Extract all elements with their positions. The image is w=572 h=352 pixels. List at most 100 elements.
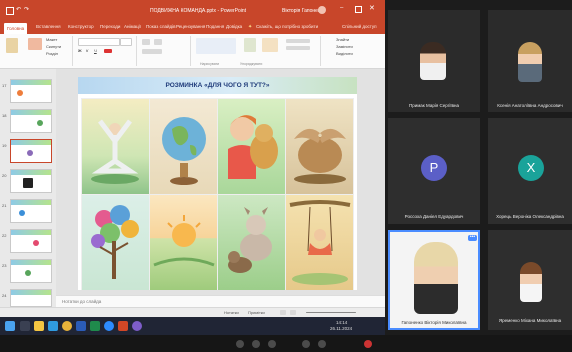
slide-thumbnail[interactable] — [10, 289, 52, 307]
participant-tile[interactable]: P Россохa Даніел Едуардович — [388, 118, 480, 224]
reset-button[interactable]: Скинути — [46, 44, 61, 49]
normal-view-icon[interactable] — [280, 310, 286, 315]
sunrise-field-drawing — [149, 194, 218, 290]
save-icon[interactable] — [6, 7, 14, 15]
word-icon[interactable] — [76, 321, 86, 331]
undo-icon[interactable]: ↶ — [16, 6, 21, 13]
participant-tile[interactable]: X Хорець Вероніка Олександрівна — [488, 118, 572, 224]
paste-icon[interactable] — [6, 38, 18, 53]
tab-view[interactable]: Подання — [206, 24, 224, 29]
arrange-group-label: Упорядкувати — [240, 62, 263, 66]
participant-tile[interactable]: Примак Марія Сергіївна — [388, 10, 480, 112]
tab-review[interactable]: Рецензування — [176, 24, 205, 29]
participant-tile-active-speaker[interactable]: ••• Гапоненко Вікторія Миколаївна — [388, 230, 480, 330]
participant-tile[interactable]: Ксенія Анатоліївна Андросович — [488, 10, 572, 112]
bullets-icon[interactable] — [142, 39, 150, 45]
find-button[interactable]: Знайти — [336, 37, 349, 42]
windows-taskbar: 14:14 26.11.2024 — [0, 317, 385, 335]
section-button[interactable]: Розділ — [46, 51, 58, 56]
quick-styles-icon[interactable] — [262, 38, 278, 52]
participant-name: Ксенія Анатоліївна Андросович — [497, 103, 563, 108]
slide-thumbnails-pane: 17 18 19 20 21 22 23 24 — [0, 69, 56, 309]
clock-date: 26.11.2024 — [330, 326, 353, 331]
minimize-icon[interactable]: – — [340, 5, 343, 11]
font-name-box[interactable] — [78, 38, 120, 46]
file-explorer-icon[interactable] — [34, 321, 44, 331]
slide-sorter-icon[interactable] — [290, 310, 296, 315]
align-icon[interactable] — [142, 49, 162, 54]
windows-start-icon[interactable] — [5, 321, 15, 331]
ribbon-tabs: Головна Вставлення Конструктор Переходи … — [0, 22, 385, 34]
share-button[interactable]: Спільний доступ — [342, 24, 377, 29]
share-screen-button[interactable] — [268, 340, 276, 348]
participant-tile[interactable]: Яременко Міхана Миколаївна — [488, 230, 572, 330]
mute-button[interactable] — [236, 340, 244, 348]
participant-avatar: P — [421, 155, 447, 181]
end-call-button[interactable] — [364, 340, 372, 348]
slide-thumbnail[interactable] — [10, 169, 52, 193]
globe-drawing — [149, 98, 218, 195]
participants-button[interactable] — [302, 340, 310, 348]
participant-name: Яременко Міхана Миколаївна — [498, 318, 562, 323]
font-color-icon[interactable] — [104, 49, 112, 53]
tab-insert[interactable]: Вставлення — [36, 24, 61, 29]
maximize-icon[interactable] — [355, 6, 362, 13]
video-button[interactable] — [252, 340, 260, 348]
replace-button[interactable]: Замінити — [336, 44, 353, 49]
chat-button[interactable] — [318, 340, 326, 348]
search-icon[interactable] — [20, 321, 30, 331]
girl-with-dog-drawing — [217, 98, 286, 195]
slide-thumbnail[interactable] — [10, 109, 52, 133]
underline-icon[interactable]: Ч — [94, 48, 97, 53]
chrome-icon[interactable] — [62, 321, 72, 331]
notes-toggle[interactable]: Нотатки — [224, 310, 239, 315]
comments-toggle[interactable]: Примітки — [248, 310, 265, 315]
tab-design[interactable]: Конструктор — [68, 24, 94, 29]
zoom-slider[interactable] — [306, 312, 356, 313]
colorful-tree-drawing — [81, 194, 150, 290]
tab-animations[interactable]: Анімації — [124, 24, 141, 29]
numbering-icon[interactable] — [154, 39, 162, 45]
tab-slideshow[interactable]: Показ слайдів — [146, 24, 175, 29]
participant-video — [518, 42, 542, 82]
avatar[interactable] — [318, 6, 326, 14]
font-size-box[interactable] — [120, 38, 132, 46]
participant-avatar: X — [518, 155, 544, 181]
edge-icon[interactable] — [48, 321, 58, 331]
participant-video — [414, 242, 458, 314]
excel-icon[interactable] — [90, 321, 100, 331]
shapes-gallery-icon[interactable] — [196, 38, 236, 54]
slide-thumbnail[interactable] — [10, 139, 52, 163]
layout-button[interactable]: Макет — [46, 37, 57, 42]
current-slide[interactable]: РОЗМИНКА «ДЛЯ ЧОГО Я ТУТ?» — [78, 77, 357, 290]
close-icon[interactable]: ✕ — [369, 4, 375, 12]
arrange-icon[interactable] — [244, 38, 256, 52]
participant-name: Россохa Даніел Едуардович — [404, 214, 464, 219]
slide-thumbnail[interactable] — [10, 229, 52, 253]
tab-home[interactable]: Головна — [4, 23, 28, 34]
more-options-icon[interactable]: ••• — [468, 235, 477, 241]
new-slide-icon[interactable] — [28, 38, 42, 50]
clock-time: 14:14 — [336, 320, 348, 325]
powerpoint-taskbar-icon[interactable] — [118, 321, 128, 331]
participant-name: Хорець Вероніка Олександрівна — [496, 214, 564, 219]
viber-icon[interactable] — [132, 321, 142, 331]
draw-group-label: Нарисувати — [200, 62, 220, 66]
tab-transitions[interactable]: Переходи — [100, 24, 120, 29]
redo-icon[interactable]: ↷ — [24, 6, 29, 13]
slide-thumbnail[interactable] — [10, 259, 52, 283]
bold-icon[interactable]: Ж — [78, 48, 82, 53]
select-button[interactable]: Виділити — [336, 51, 353, 56]
slide-thumbnail[interactable] — [10, 199, 52, 223]
tab-help[interactable]: Довідка — [226, 24, 242, 29]
zoom-app-icon[interactable] — [104, 321, 114, 331]
yoga-drawing — [81, 98, 150, 195]
tell-me-search[interactable]: Скажіть, що потрібно зробити — [256, 24, 318, 29]
shape-outline-icon[interactable] — [286, 46, 310, 50]
participant-name: Примак Марія Сергіївна — [408, 103, 460, 108]
swing-drawing — [285, 194, 354, 290]
slide-thumbnail[interactable] — [10, 79, 52, 103]
italic-icon[interactable]: К — [86, 48, 88, 53]
shape-fill-icon[interactable] — [286, 39, 310, 43]
slide-title: РОЗМИНКА «ДЛЯ ЧОГО Я ТУТ?» — [165, 82, 270, 89]
